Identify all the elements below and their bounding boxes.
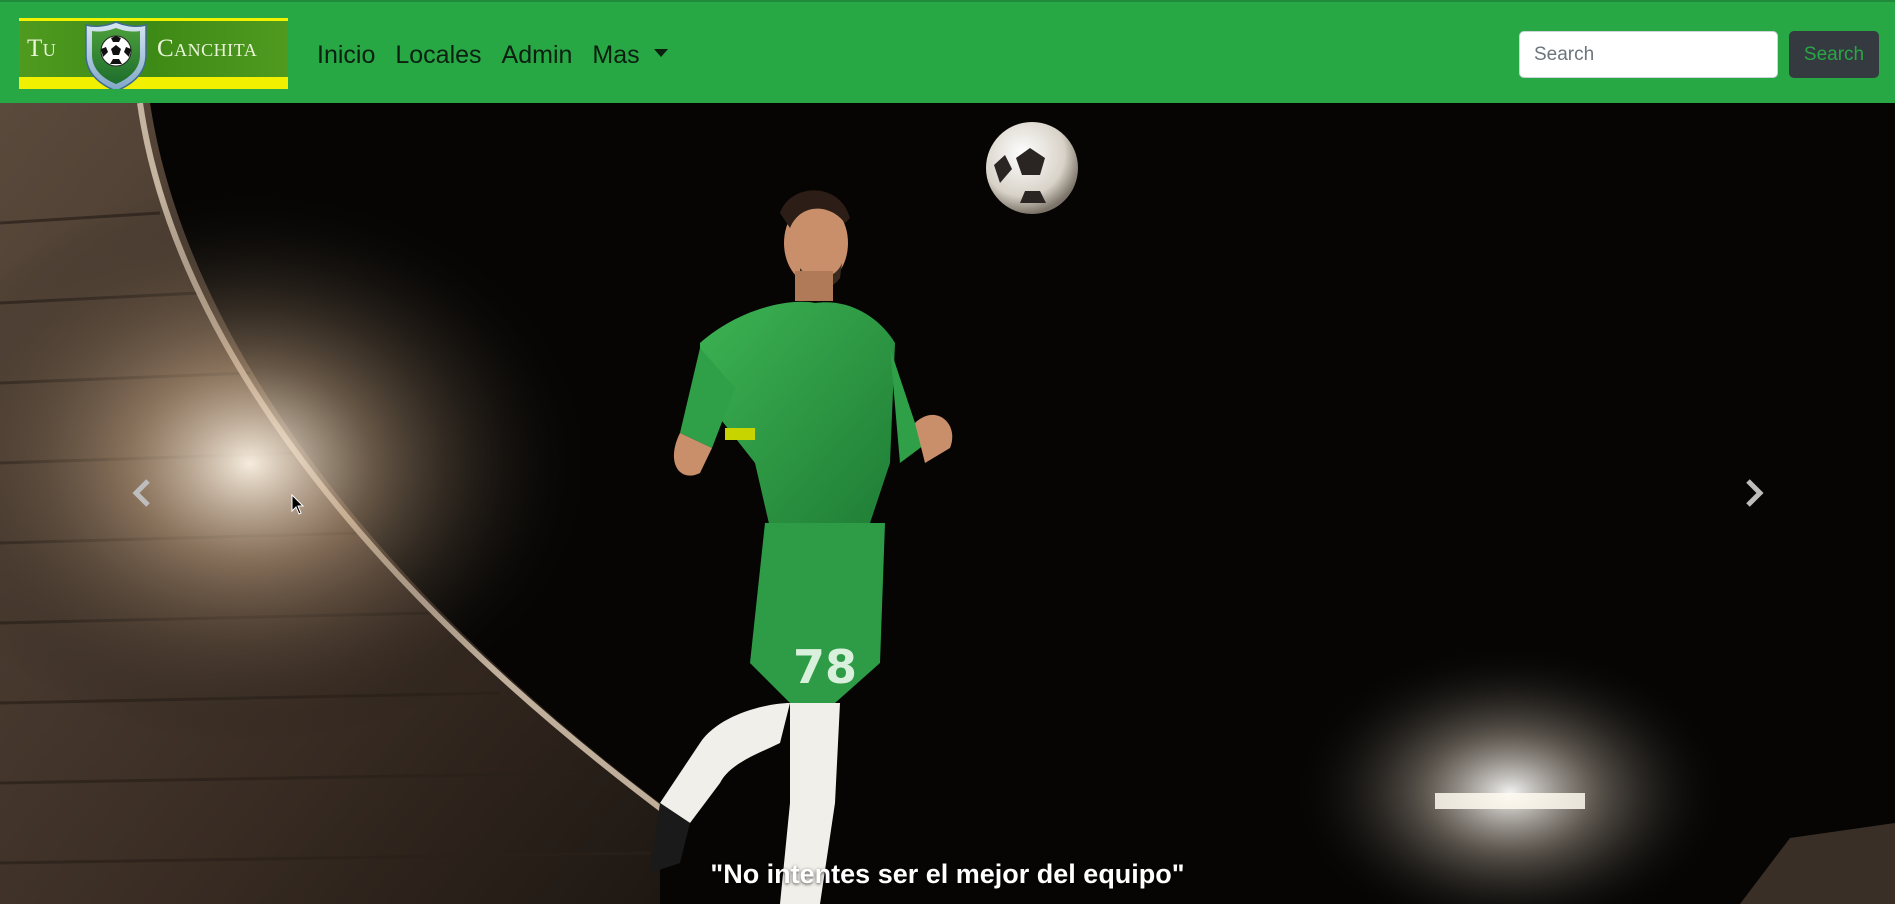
nav-item-inicio[interactable]: Inicio bbox=[317, 38, 385, 72]
carousel-next-button[interactable] bbox=[1694, 433, 1814, 553]
soccer-player-header-image: 78 bbox=[0, 103, 1895, 904]
soccer-ball-shield-icon bbox=[85, 21, 147, 89]
logo-text-tu: Tu bbox=[27, 35, 57, 62]
brand-logo[interactable]: Tu Canchita bbox=[19, 18, 288, 89]
nav-item-admin[interactable]: Admin bbox=[492, 38, 583, 72]
chevron-right-icon bbox=[1746, 479, 1764, 507]
nav-menu: Inicio Locales Admin Mas bbox=[317, 38, 678, 72]
nav-item-mas-label: Mas bbox=[592, 41, 640, 69]
carousel-prev-button[interactable] bbox=[82, 433, 202, 553]
caret-down-icon bbox=[653, 49, 668, 58]
hero-carousel: 78 "No intentes ser el mejor del equipo" bbox=[0, 103, 1895, 904]
nav-item-mas-dropdown[interactable]: Mas bbox=[582, 38, 677, 72]
mouse-cursor-icon bbox=[291, 494, 305, 515]
nav-item-locales[interactable]: Locales bbox=[385, 38, 491, 72]
navbar: Tu Canchita Inicio Locales Admin Mas Sea… bbox=[0, 0, 1895, 103]
carousel-caption: "No intentes ser el mejor del equipo" bbox=[710, 859, 1185, 889]
search-button[interactable]: Search bbox=[1789, 31, 1879, 78]
svg-text:78: 78 bbox=[793, 640, 857, 694]
logo-yellow-band bbox=[19, 77, 288, 89]
chevron-left-icon bbox=[132, 479, 150, 507]
search-input[interactable] bbox=[1519, 31, 1778, 78]
logo-text-canchita: Canchita bbox=[157, 35, 258, 62]
